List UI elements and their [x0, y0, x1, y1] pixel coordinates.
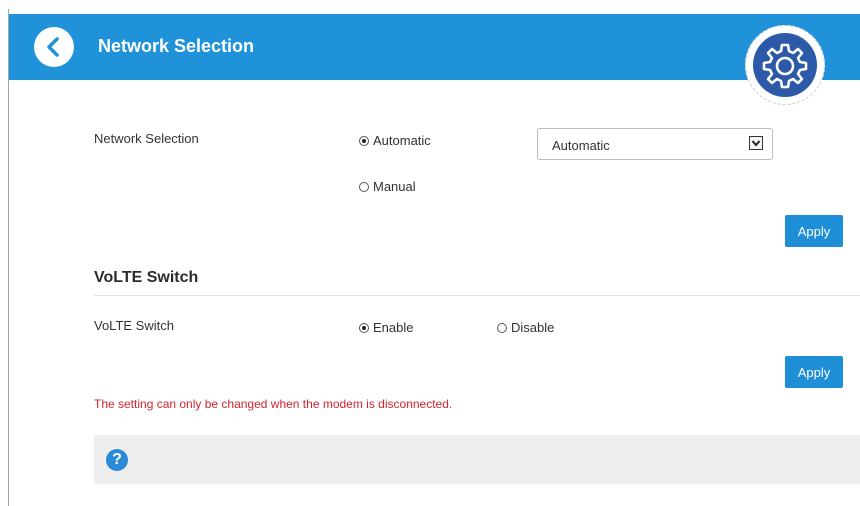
apply-network-button[interactable]: Apply: [785, 215, 843, 247]
radio-label: Disable: [511, 320, 555, 335]
help-icon[interactable]: ?: [106, 449, 128, 471]
apply-volte-button[interactable]: Apply: [785, 356, 843, 388]
network-selection-label: Network Selection: [94, 131, 199, 146]
radio-label: Enable: [373, 320, 414, 335]
page-header: Network Selection: [9, 14, 860, 80]
back-button[interactable]: [34, 27, 74, 67]
chevron-left-icon: [47, 37, 59, 57]
page-title: Network Selection: [98, 36, 255, 56]
warning-message: The setting can only be changed when the…: [94, 397, 453, 411]
radio-volte-enable[interactable]: Enable: [359, 320, 413, 335]
chevron-down-icon[interactable]: [749, 136, 763, 150]
radio-button-unchecked[interactable]: [497, 322, 507, 333]
radio-button-unchecked[interactable]: [359, 181, 369, 192]
help-glyph: ?: [112, 451, 122, 468]
radio-network-automatic[interactable]: Automatic: [359, 133, 431, 148]
radio-button-checked[interactable]: [359, 135, 369, 146]
window-left-border: [8, 9, 9, 506]
settings-badge: [745, 25, 825, 105]
help-bar: ?: [94, 435, 860, 484]
radio-label: Automatic: [373, 133, 431, 148]
volte-switch-label: VoLTE Switch: [94, 318, 174, 333]
radio-volte-disable[interactable]: Disable: [497, 320, 554, 335]
network-mode-dropdown[interactable]: Automatic: [537, 128, 773, 160]
radio-label: Manual: [373, 179, 416, 194]
gear-icon: [753, 33, 817, 97]
window-top-edge: [0, 0, 860, 9]
radio-network-manual[interactable]: Manual: [359, 179, 416, 194]
volte-section-title: VoLTE Switch: [94, 269, 199, 286]
radio-button-checked[interactable]: [359, 322, 369, 333]
dropdown-value: Automatic: [552, 138, 610, 153]
section-divider: [94, 295, 860, 296]
